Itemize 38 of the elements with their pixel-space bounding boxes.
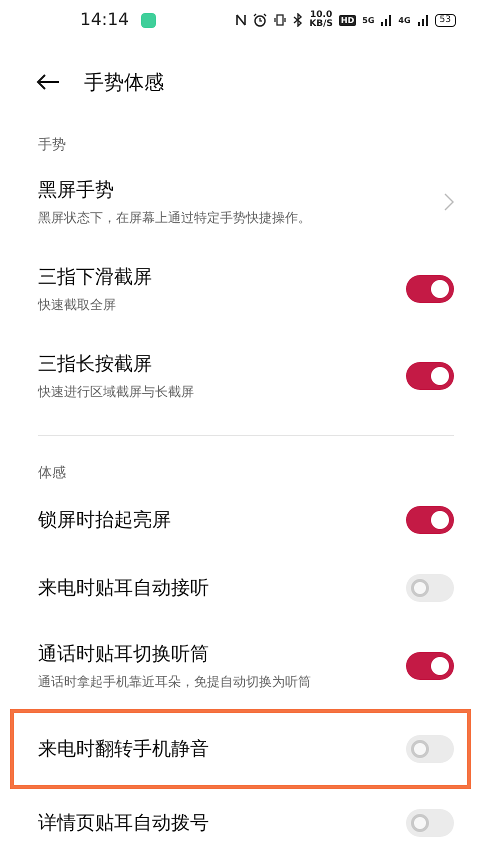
setting-title[interactable]: 三指下滑截屏 bbox=[38, 264, 406, 290]
setting-title[interactable]: 通话时贴耳切换听筒 bbox=[38, 640, 406, 666]
setting-title[interactable]: 黑屏手势 bbox=[38, 176, 444, 202]
toggle-switch[interactable] bbox=[406, 274, 454, 302]
setting-title[interactable]: 来电时翻转手机静音 bbox=[38, 736, 406, 762]
clock: 14:14 bbox=[80, 10, 129, 30]
toggle-switch[interactable] bbox=[406, 809, 454, 837]
toggle-switch[interactable] bbox=[406, 652, 454, 680]
section-label: 体感 bbox=[38, 464, 66, 482]
section-label: 手势 bbox=[38, 136, 66, 154]
nfc-icon bbox=[235, 13, 248, 27]
toggle-switch[interactable] bbox=[406, 506, 454, 534]
toggle-switch[interactable] bbox=[406, 362, 454, 390]
back-icon[interactable] bbox=[36, 73, 60, 91]
alarm-icon bbox=[253, 13, 268, 27]
setting-description: 快速进行区域截屏与长截屏 bbox=[38, 384, 195, 400]
speed-unit: KB/S bbox=[309, 20, 333, 29]
chevron-right-icon bbox=[444, 192, 454, 210]
setting-description: 黑屏状态下，在屏幕上通过特定手势快捷操作。 bbox=[38, 210, 312, 226]
toggle-switch[interactable] bbox=[406, 735, 454, 763]
vibrate-icon bbox=[273, 13, 288, 27]
signal-icon bbox=[416, 14, 429, 26]
signal-icon bbox=[380, 14, 392, 26]
network-label: 5G bbox=[362, 16, 374, 24]
setting-title[interactable]: 锁屏时抬起亮屏 bbox=[38, 507, 406, 533]
setting-title[interactable]: 三指长按截屏 bbox=[38, 350, 406, 376]
setting-description: 通话时拿起手机靠近耳朵，免提自动切换为听筒 bbox=[38, 674, 312, 690]
setting-description: 快速截取全屏 bbox=[38, 296, 117, 314]
network-label: 4G bbox=[398, 16, 411, 24]
battery-level: 53 bbox=[434, 14, 456, 26]
speed-value: 10.0 bbox=[310, 11, 332, 20]
hd-badge: HD bbox=[338, 14, 356, 26]
bluetooth-icon bbox=[293, 13, 304, 27]
setting-title[interactable]: 详情页贴耳自动拨号 bbox=[38, 810, 406, 836]
setting-title[interactable]: 来电时贴耳自动接听 bbox=[38, 575, 406, 601]
message-icon bbox=[141, 12, 156, 28]
toggle-switch[interactable] bbox=[406, 574, 454, 602]
page-title: 手势体感 bbox=[84, 68, 164, 96]
